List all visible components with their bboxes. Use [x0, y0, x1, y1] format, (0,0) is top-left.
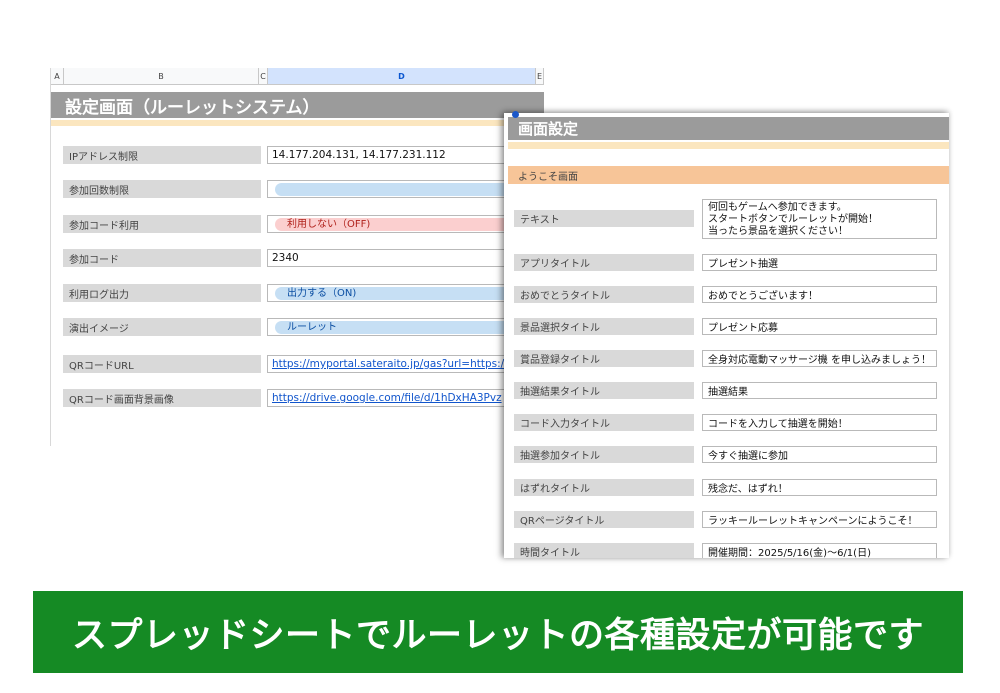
column-header-e[interactable]: E	[536, 68, 544, 85]
lottery-join-title-cell[interactable]: 今すぐ抽選に参加	[702, 446, 937, 463]
prize-register-title-cell[interactable]: 全身対応電動マッサージ機 を申し込みましょう！	[702, 350, 937, 367]
column-header-a[interactable]: A	[51, 68, 64, 85]
miss-title-cell[interactable]: 残念だ、はずれ！	[702, 479, 937, 496]
setting-label: 参加コード利用	[63, 215, 261, 233]
welcome-section-header: ようこそ画面	[508, 166, 949, 184]
setting-label: 参加コード	[63, 249, 261, 267]
setting-label: コード入力タイトル	[514, 414, 694, 431]
qr-url-cell[interactable]: https://myportal.sateraito.jp/gas?url=ht…	[267, 355, 544, 373]
setting-label: QRページタイトル	[514, 511, 694, 528]
setting-label: QRコード画面背景画像	[63, 389, 261, 407]
sheet2-title-underline	[508, 142, 949, 149]
participation-code-cell[interactable]: 2340	[267, 249, 544, 267]
welcome-text-cell[interactable]: 何回もゲームへ参加できます。 スタートボタンでルーレットが開始！ 当ったら景品を…	[702, 199, 937, 239]
setting-label: QRコードURL	[63, 355, 261, 373]
text-label: テキスト	[514, 210, 694, 227]
sheet2-title: 画面設定	[508, 117, 949, 140]
congrats-title-cell[interactable]: おめでとうございます！	[702, 286, 937, 303]
qr-bg-link[interactable]: https://drive.google.com/file/d/1hDxHA3P…	[272, 392, 502, 404]
setting-row-code-use: 参加コード利用 利用しない（OFF)	[51, 215, 544, 235]
setting-label: 賞品登録タイトル	[514, 350, 694, 367]
setting-row-code: 参加コード 2340	[51, 249, 544, 269]
settings-sheet-back: A B C D E 設定画面（ルーレットシステム） IPアドレス制限 14.17…	[50, 68, 544, 446]
selection-handle-icon[interactable]	[512, 111, 519, 118]
sheet1-title-underline	[51, 120, 544, 126]
setting-row-qr-bg: QRコード画面背景画像 https://drive.google.com/fil…	[51, 389, 544, 409]
setting-label: おめでとうタイトル	[514, 286, 694, 303]
app-title-cell[interactable]: プレゼント抽選	[702, 254, 937, 271]
setting-label: IPアドレス制限	[63, 146, 261, 164]
ip-restriction-cell[interactable]: 14.177.204.131, 14.177.231.112	[267, 146, 544, 164]
setting-row-qr-url: QRコードURL https://myportal.sateraito.jp/g…	[51, 355, 544, 375]
screen-settings-sheet: 画面設定 ようこそ画面 テキスト 何回もゲームへ参加できます。 スタートボタンで…	[504, 113, 949, 558]
setting-label: 演出イメージ	[63, 318, 261, 336]
column-header-c[interactable]: C	[259, 68, 268, 85]
column-header-b[interactable]: B	[64, 68, 259, 85]
setting-row-participation-limit: 参加回数制限 制限な	[51, 180, 544, 200]
setting-label: 利用ログ出力	[63, 284, 261, 302]
setting-row-log-output: 利用ログ出力 出力する（ON)	[51, 284, 544, 304]
column-header-d[interactable]: D	[268, 68, 536, 85]
code-input-title-cell[interactable]: コードを入力して抽選を開始！	[702, 414, 937, 431]
setting-label: アプリタイトル	[514, 254, 694, 271]
sheet1-title: 設定画面（ルーレットシステム）	[51, 92, 544, 118]
setting-label: はずれタイトル	[514, 479, 694, 496]
welcome-text-line: 何回もゲームへ参加できます。	[708, 202, 847, 213]
setting-label: 参加回数制限	[63, 180, 261, 198]
setting-label: 時間タイトル	[514, 543, 694, 558]
setting-row-ip: IPアドレス制限 14.177.204.131, 14.177.231.112	[51, 146, 544, 166]
caption-banner: スプレッドシートでルーレットの各種設定が可能です	[33, 591, 963, 673]
prize-select-title-cell[interactable]: プレゼント応募	[702, 318, 937, 335]
welcome-text-line: 当ったら景品を選択ください！	[708, 226, 848, 237]
setting-label: 景品選択タイトル	[514, 318, 694, 335]
time-title-cell[interactable]: 開催期間：2025/5/16(金)〜6/1(日)	[702, 543, 937, 558]
qr-page-title-cell[interactable]: ラッキールーレットキャンペーンにようこそ！	[702, 511, 937, 528]
welcome-text-line: スタートボタンでルーレットが開始！	[708, 214, 878, 225]
setting-row-effect-image: 演出イメージ ルーレット	[51, 318, 544, 338]
setting-label: 抽選結果タイトル	[514, 382, 694, 399]
qr-url-link[interactable]: https://myportal.sateraito.jp/gas?url=ht…	[272, 358, 504, 370]
lottery-result-title-cell[interactable]: 抽選結果	[702, 382, 937, 399]
setting-label: 抽選参加タイトル	[514, 446, 694, 463]
qr-bg-cell[interactable]: https://drive.google.com/file/d/1hDxHA3P…	[267, 389, 544, 407]
